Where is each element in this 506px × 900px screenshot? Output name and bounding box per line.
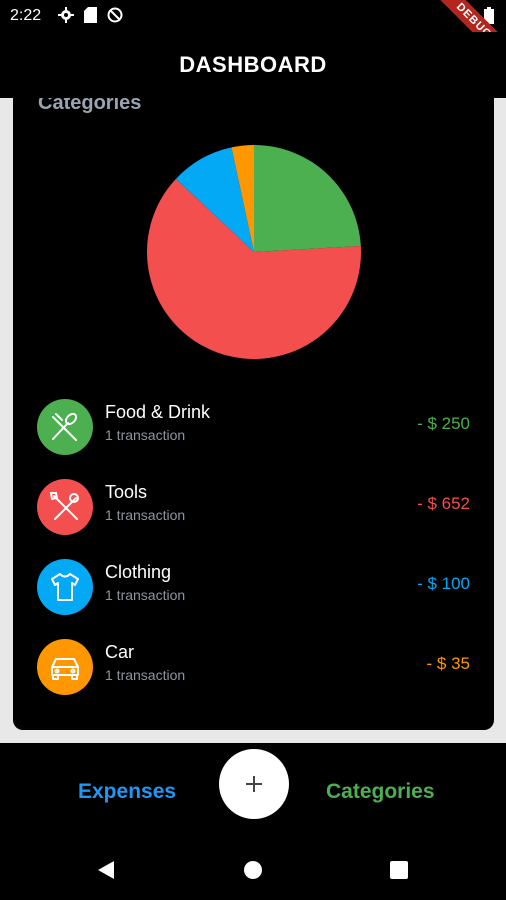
- tab-categories[interactable]: Categories: [326, 780, 435, 804]
- status-bar: 2:22 DEBUG: [0, 0, 506, 70]
- system-navigation-bar: [0, 838, 506, 900]
- content-area: Categories Food & Drink 1 transaction - …: [0, 98, 506, 743]
- category-transactions: 1 transaction: [105, 587, 186, 603]
- category-row-food-drink[interactable]: Food & Drink 1 transaction - $ 250: [13, 393, 494, 473]
- no-disturb-icon: [107, 7, 123, 23]
- category-row-car[interactable]: Car 1 transaction - $ 35: [13, 633, 494, 713]
- category-row-tools[interactable]: Tools 1 transaction - $ 652: [13, 473, 494, 553]
- gear-icon: [58, 7, 74, 23]
- category-transactions: 1 transaction: [105, 667, 186, 683]
- sd-card-icon: [84, 7, 97, 23]
- category-row-clothing[interactable]: Clothing 1 transaction - $ 100: [13, 553, 494, 633]
- category-pie-chart: [146, 145, 361, 359]
- categories-card: Categories Food & Drink 1 transaction - …: [13, 98, 494, 730]
- category-avatar: [37, 639, 93, 695]
- home-icon[interactable]: [243, 860, 263, 880]
- card-title: Categories: [38, 98, 142, 114]
- category-name: Car: [105, 642, 135, 662]
- category-name: Clothing: [105, 562, 172, 582]
- category-amount: - $ 35: [426, 654, 470, 673]
- shirt-icon: [51, 573, 79, 601]
- recent-apps-icon[interactable]: [390, 861, 408, 879]
- pie-slice-food-drink: [254, 145, 361, 252]
- page-title: DASHBOARD: [179, 52, 327, 77]
- category-transactions: 1 transaction: [105, 507, 186, 523]
- plus-icon: [246, 776, 262, 792]
- tab-expenses[interactable]: Expenses: [78, 780, 176, 804]
- car-icon: [51, 658, 79, 680]
- status-time: 2:22: [10, 7, 42, 24]
- category-name: Food & Drink: [105, 402, 211, 422]
- bottom-navigation: Expenses Categories: [0, 743, 506, 838]
- category-avatar: [37, 399, 93, 455]
- category-name: Tools: [105, 482, 148, 502]
- utensils-icon: [52, 412, 78, 441]
- back-icon[interactable]: [97, 860, 115, 880]
- category-avatar: [37, 479, 93, 535]
- tools-icon: [49, 492, 79, 520]
- app-bar: DASHBOARD: [0, 32, 506, 98]
- category-amount: - $ 100: [417, 574, 470, 593]
- category-amount: - $ 652: [417, 494, 470, 513]
- category-amount: - $ 250: [417, 414, 470, 433]
- add-button[interactable]: [219, 749, 289, 819]
- category-avatar: [37, 559, 93, 615]
- category-transactions: 1 transaction: [105, 427, 186, 443]
- category-list: Food & Drink 1 transaction - $ 250 Tools…: [13, 393, 494, 713]
